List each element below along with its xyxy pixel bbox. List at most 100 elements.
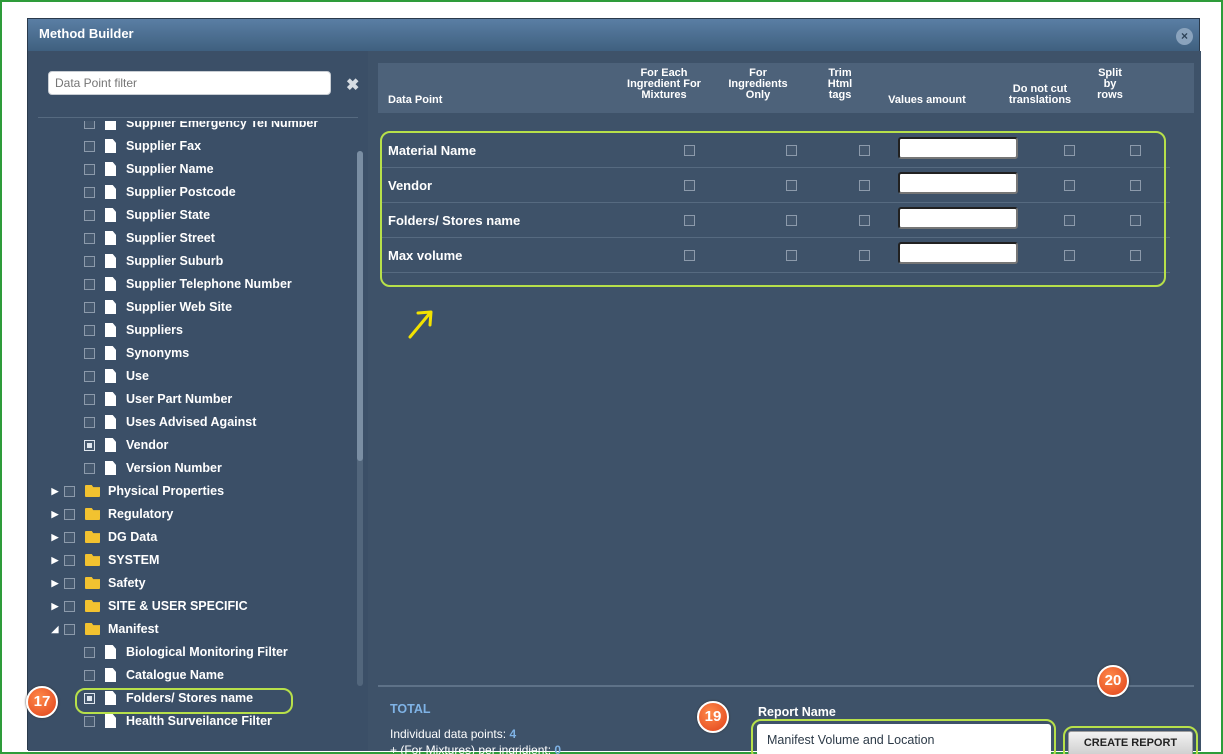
tree-item-doc[interactable]: Supplier Emergency Tel Number <box>84 121 318 133</box>
tree-item-label: Version Number <box>126 461 222 475</box>
document-icon <box>105 300 116 314</box>
individual-data-points-value: 4 <box>509 727 517 741</box>
tree-item-doc[interactable]: Supplier Telephone Number <box>84 274 292 294</box>
tree-item-doc[interactable]: Health Surveilance Filter <box>84 711 272 731</box>
tree-item-doc[interactable]: Version Number <box>84 458 222 478</box>
tree-item-doc[interactable]: Supplier Postcode <box>84 182 236 202</box>
tree-item-vendor[interactable]: Vendor <box>84 435 168 455</box>
tree-item-doc[interactable]: Supplier Street <box>84 228 215 248</box>
tree-item-label: Supplier State <box>126 208 211 222</box>
tree-item-label: Suppliers <box>126 323 183 337</box>
header-for-each-ingredient: For Each Ingredient For Mixtures <box>627 67 701 101</box>
tree-item-label: Uses Advised Against <box>126 415 257 429</box>
tree-item-doc[interactable]: Supplier Fax <box>84 136 201 156</box>
tree-item-checkbox[interactable] <box>84 209 95 221</box>
expand-arrow-icon[interactable]: ▶ <box>50 601 60 612</box>
document-icon <box>105 438 116 452</box>
tree-item-checkbox[interactable] <box>84 186 95 198</box>
close-icon[interactable]: × <box>1176 28 1193 45</box>
document-icon <box>105 369 116 383</box>
tree-item-doc[interactable]: Biological Monitoring Filter <box>84 642 288 662</box>
create-report-button[interactable]: CREATE REPORT <box>1068 731 1193 754</box>
tree-item-checkbox[interactable] <box>84 255 95 267</box>
tree-item-checkbox[interactable] <box>84 462 95 474</box>
tree-item-doc[interactable]: Supplier Suburb <box>84 251 223 271</box>
tree-item-doc[interactable]: Catalogue Name <box>84 665 224 685</box>
tree-item-doc[interactable]: Use <box>84 366 149 386</box>
tree-item-label: Physical Properties <box>108 484 225 498</box>
tree-item-label: Vendor <box>126 438 169 452</box>
expand-arrow-icon[interactable]: ▶ <box>50 555 60 566</box>
header-trim-html: Trim Html tags <box>827 67 853 101</box>
tree-item-checkbox[interactable] <box>64 623 75 635</box>
expand-arrow-icon[interactable]: ▶ <box>50 578 60 589</box>
document-icon <box>105 231 116 245</box>
tree-scrollbar[interactable] <box>357 151 363 686</box>
tree-item-checkbox[interactable] <box>84 646 95 658</box>
expand-arrow-icon[interactable]: ▶ <box>50 509 60 520</box>
tree-item-checkbox[interactable] <box>84 669 95 681</box>
tree-item-checkbox[interactable] <box>84 715 95 727</box>
tree-item-checkbox[interactable] <box>64 485 75 497</box>
header-values-amount: Values amount <box>888 94 966 106</box>
tree-folder-regulatory[interactable]: ▶ Regulatory <box>50 504 174 524</box>
expand-arrow-icon[interactable]: ▶ <box>50 532 60 543</box>
tree-item-label: Use <box>126 369 149 383</box>
data-point-filter-input[interactable] <box>48 71 331 95</box>
tree-item-checkbox[interactable] <box>84 370 95 382</box>
rows-highlight-annotation <box>380 131 1166 287</box>
document-icon <box>105 645 116 659</box>
tree-folder-site-user-specific[interactable]: ▶ SITE & USER SPECIFIC <box>50 596 248 616</box>
tree-folder-dg-data[interactable]: ▶ DG Data <box>50 527 158 547</box>
tree-item-checkbox[interactable] <box>64 600 75 612</box>
document-icon <box>105 185 116 199</box>
report-name-label: Report Name <box>758 705 836 719</box>
tree-item-checkbox[interactable] <box>64 554 75 566</box>
folder-icon <box>85 577 100 589</box>
tree-item-label: Biological Monitoring Filter <box>126 645 288 659</box>
tree-item-label: Supplier Emergency Tel Number <box>126 121 319 130</box>
tree-item-checkbox[interactable] <box>84 324 95 336</box>
tree-item-checkbox[interactable] <box>84 347 95 359</box>
tree-folder-physical-properties[interactable]: ▶ Physical Properties <box>50 481 225 501</box>
tree-item-doc[interactable]: Supplier Web Site <box>84 297 232 317</box>
tree-item-checkbox[interactable] <box>84 121 95 129</box>
tree-item-checkbox[interactable] <box>64 508 75 520</box>
tree-item-checkbox[interactable] <box>64 531 75 543</box>
tree-item-checkbox[interactable] <box>84 163 95 175</box>
tree-item-doc[interactable]: Supplier State <box>84 205 210 225</box>
report-name-input[interactable]: Manifest Volume and Location <box>757 724 1051 754</box>
scrollbar-thumb[interactable] <box>357 151 363 461</box>
tree-item-label: Supplier Telephone Number <box>126 277 292 291</box>
tree-item-doc[interactable]: User Part Number <box>84 389 232 409</box>
tree-item-checkbox[interactable] <box>84 140 95 152</box>
document-icon <box>105 714 116 728</box>
expand-arrow-icon[interactable]: ▶ <box>50 486 60 497</box>
tree-item-checkbox-checked[interactable] <box>84 439 95 451</box>
tree-folder-manifest[interactable]: ◢ Manifest <box>50 619 159 639</box>
tree-item-doc[interactable]: Supplier Name <box>84 159 214 179</box>
document-icon <box>105 461 116 475</box>
tree-item-checkbox[interactable] <box>84 232 95 244</box>
individual-data-points: Individual data points: 4 <box>390 727 516 741</box>
tree-item-checkbox[interactable] <box>64 577 75 589</box>
tree-item-checkbox[interactable] <box>84 301 95 313</box>
tree-item-label: Manifest <box>108 622 159 636</box>
tree-item-checkbox[interactable] <box>84 416 95 428</box>
document-icon <box>105 392 116 406</box>
collapse-arrow-icon[interactable]: ◢ <box>50 624 60 635</box>
dialog-titlebar: Method Builder × <box>28 19 1199 51</box>
tree-item-label: User Part Number <box>126 392 233 406</box>
document-icon <box>105 139 116 153</box>
tree-item-doc[interactable]: Synonyms <box>84 343 189 363</box>
tree-item-doc[interactable]: Uses Advised Against <box>84 412 256 432</box>
tree-item-label: Supplier Name <box>126 162 214 176</box>
tree-folder-safety[interactable]: ▶ Safety <box>50 573 146 593</box>
document-icon <box>105 323 116 337</box>
clear-filter-icon[interactable]: ✖ <box>346 75 359 95</box>
tree-item-checkbox[interactable] <box>84 393 95 405</box>
tree-item-doc[interactable]: Suppliers <box>84 320 183 340</box>
total-label: TOTAL <box>390 702 431 716</box>
tree-folder-system[interactable]: ▶ SYSTEM <box>50 550 160 570</box>
tree-item-checkbox[interactable] <box>84 278 95 290</box>
